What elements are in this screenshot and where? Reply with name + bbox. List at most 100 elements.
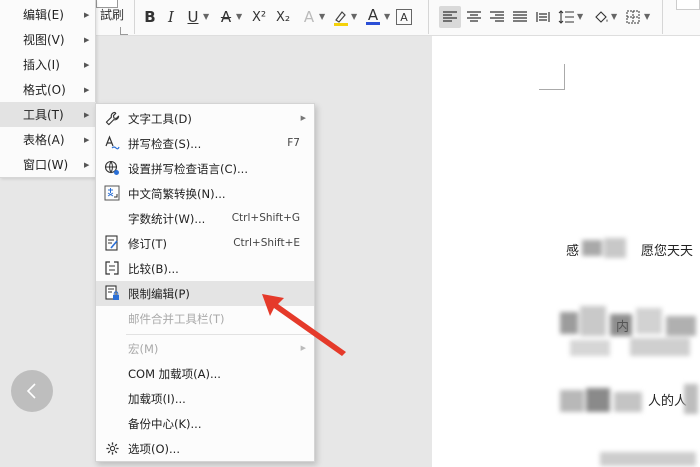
styles-gallery[interactable] bbox=[676, 0, 700, 10]
formatting-toolbar: 試刷 B I U ▼ A ▼ X² X₂ A ▼ ▼ A ▼ A ▼ ▼ ▼ bbox=[0, 0, 700, 36]
annotation-arrow bbox=[262, 294, 346, 356]
justify-button[interactable] bbox=[511, 6, 529, 28]
menu-item-label: 备份中心(K)... bbox=[128, 417, 202, 431]
toolbar-separator bbox=[662, 0, 663, 34]
chevron-right-icon: ▶ bbox=[84, 85, 90, 94]
align-center-icon bbox=[467, 11, 481, 22]
chevron-right-icon: ▶ bbox=[84, 60, 90, 69]
document-text: 愿您天天 bbox=[641, 244, 694, 259]
text-effect-button[interactable]: A bbox=[301, 6, 317, 28]
strikethrough-button[interactable]: A bbox=[218, 6, 234, 28]
chevron-down-icon[interactable]: ▼ bbox=[384, 12, 390, 21]
menu-item-text-tools[interactable]: 文字工具(D) ▶ bbox=[96, 106, 314, 131]
menu-item-options[interactable]: 选项(O)... bbox=[96, 436, 314, 461]
chevron-right-icon: ▶ bbox=[84, 35, 90, 44]
chevron-left-icon bbox=[26, 383, 36, 399]
borders-button[interactable] bbox=[624, 6, 642, 28]
distribute-button[interactable] bbox=[534, 6, 552, 28]
globe-icon bbox=[104, 160, 120, 176]
chevron-down-icon[interactable]: ▼ bbox=[203, 12, 209, 21]
align-left-button[interactable] bbox=[439, 6, 461, 28]
toolbar-separator bbox=[428, 0, 429, 34]
chevron-down-icon[interactable]: ▼ bbox=[319, 12, 325, 21]
menu-item-label: 字数统计(W)... bbox=[128, 212, 206, 226]
menu-item-table[interactable]: 表格(A) ▶ bbox=[0, 127, 96, 152]
menu-item-compare[interactable]: 比较(B)... bbox=[96, 256, 314, 281]
font-color-button[interactable]: A bbox=[364, 6, 382, 28]
menu-item-tools[interactable]: 工具(T) ▶ bbox=[0, 102, 96, 127]
line-spacing-icon bbox=[558, 10, 574, 24]
chevron-down-icon[interactable]: ▼ bbox=[351, 12, 357, 21]
chevron-right-icon: ▶ bbox=[84, 160, 90, 169]
menu-item-label: 文字工具(D) bbox=[128, 112, 192, 126]
document-text: 内 bbox=[616, 320, 630, 335]
menu-item-spell-language[interactable]: 设置拼写检查语言(C)... bbox=[96, 156, 314, 181]
underline-button[interactable]: U bbox=[185, 6, 201, 28]
menu-item-label: 修订(T) bbox=[128, 237, 167, 251]
toolbar-separator bbox=[134, 0, 135, 34]
menu-item-label: 选项(O)... bbox=[128, 442, 180, 456]
font-color-swatch bbox=[366, 22, 380, 25]
compare-icon bbox=[104, 260, 120, 276]
subscript-button[interactable]: X₂ bbox=[273, 6, 293, 28]
menu-item-label: 工具(T) bbox=[23, 108, 64, 122]
menu-item-track-changes[interactable]: 修订(T) Ctrl+Shift+E bbox=[96, 231, 314, 256]
shortcut-label: Ctrl+Shift+E bbox=[233, 237, 300, 249]
font-color-glyph: A bbox=[367, 6, 379, 24]
menu-item-insert[interactable]: 插入(I) ▶ bbox=[0, 52, 96, 77]
menu-item-backup-center[interactable]: 备份中心(K)... bbox=[96, 411, 314, 436]
menu-item-edit[interactable]: 编辑(E) ▶ bbox=[0, 2, 96, 27]
blurred-text bbox=[600, 448, 700, 467]
menu-item-label: 插入(I) bbox=[23, 58, 60, 72]
menu-item-label: 设置拼写检查语言(C)... bbox=[128, 162, 248, 176]
blurred-text bbox=[560, 384, 646, 418]
menu-item-label: 邮件合并工具栏(T) bbox=[128, 312, 225, 326]
menu-item-com-addins[interactable]: COM 加载项(A)... bbox=[96, 361, 314, 386]
restrict-edit-icon bbox=[104, 285, 120, 301]
menu-item-spell-check[interactable]: 拼写检查(S)... F7 bbox=[96, 131, 314, 156]
chevron-down-icon[interactable]: ▼ bbox=[611, 12, 617, 21]
menu-item-label: 窗口(W) bbox=[23, 158, 69, 172]
blurred-text bbox=[582, 236, 630, 264]
menu-item-addins[interactable]: 加载项(I)... bbox=[96, 386, 314, 411]
menu-item-label: 表格(A) bbox=[23, 133, 65, 147]
menu-item-label: 宏(M) bbox=[128, 342, 159, 356]
blurred-text bbox=[560, 302, 700, 360]
menu-item-label: 格式(O) bbox=[23, 83, 66, 97]
superscript-button[interactable]: X² bbox=[249, 6, 269, 28]
page-corner-mark bbox=[120, 27, 128, 35]
highlight-button[interactable] bbox=[332, 6, 350, 28]
chevron-down-icon[interactable]: ▼ bbox=[644, 12, 650, 21]
track-changes-icon bbox=[104, 235, 120, 251]
menu-item-format[interactable]: 格式(O) ▶ bbox=[0, 77, 96, 102]
menu-item-label: 限制编辑(P) bbox=[128, 287, 190, 301]
spellcheck-icon bbox=[104, 135, 120, 151]
menu-item-label: 编辑(E) bbox=[23, 8, 64, 22]
chevron-down-icon[interactable]: ▼ bbox=[577, 12, 583, 21]
document-text: 人的人 bbox=[648, 394, 688, 409]
menu-item-window[interactable]: 窗口(W) ▶ bbox=[0, 152, 96, 177]
main-menu: 编辑(E) ▶ 视图(V) ▶ 插入(I) ▶ 格式(O) ▶ 工具(T) ▶ … bbox=[0, 0, 96, 178]
blurred-text bbox=[684, 380, 700, 420]
menu-item-label: 拼写检查(S)... bbox=[128, 137, 202, 151]
bold-button[interactable]: B bbox=[141, 6, 159, 28]
wrench-icon bbox=[104, 110, 120, 126]
menu-item-label: COM 加载项(A)... bbox=[128, 367, 221, 381]
back-button[interactable] bbox=[11, 370, 53, 412]
margin-corner-mark bbox=[539, 64, 565, 90]
paint-bucket-icon bbox=[595, 11, 608, 23]
borders-icon bbox=[626, 10, 640, 24]
menu-item-view[interactable]: 视图(V) ▶ bbox=[0, 27, 96, 52]
char-border-button[interactable]: A bbox=[396, 9, 412, 25]
chevron-right-icon: ▶ bbox=[300, 114, 306, 122]
menu-item-chinese-convert[interactable]: 中文简繁转换(N)... bbox=[96, 181, 314, 206]
chevron-down-icon[interactable]: ▼ bbox=[236, 12, 242, 21]
italic-button[interactable]: I bbox=[163, 6, 179, 28]
format-painter-label[interactable]: 試刷 bbox=[100, 6, 124, 23]
menu-item-word-count[interactable]: 字数统计(W)... Ctrl+Shift+G bbox=[96, 206, 314, 231]
shading-button[interactable] bbox=[592, 6, 610, 28]
distribute-icon bbox=[536, 12, 550, 22]
line-spacing-button[interactable] bbox=[557, 6, 575, 28]
align-center-button[interactable] bbox=[465, 6, 483, 28]
align-right-button[interactable] bbox=[488, 6, 506, 28]
